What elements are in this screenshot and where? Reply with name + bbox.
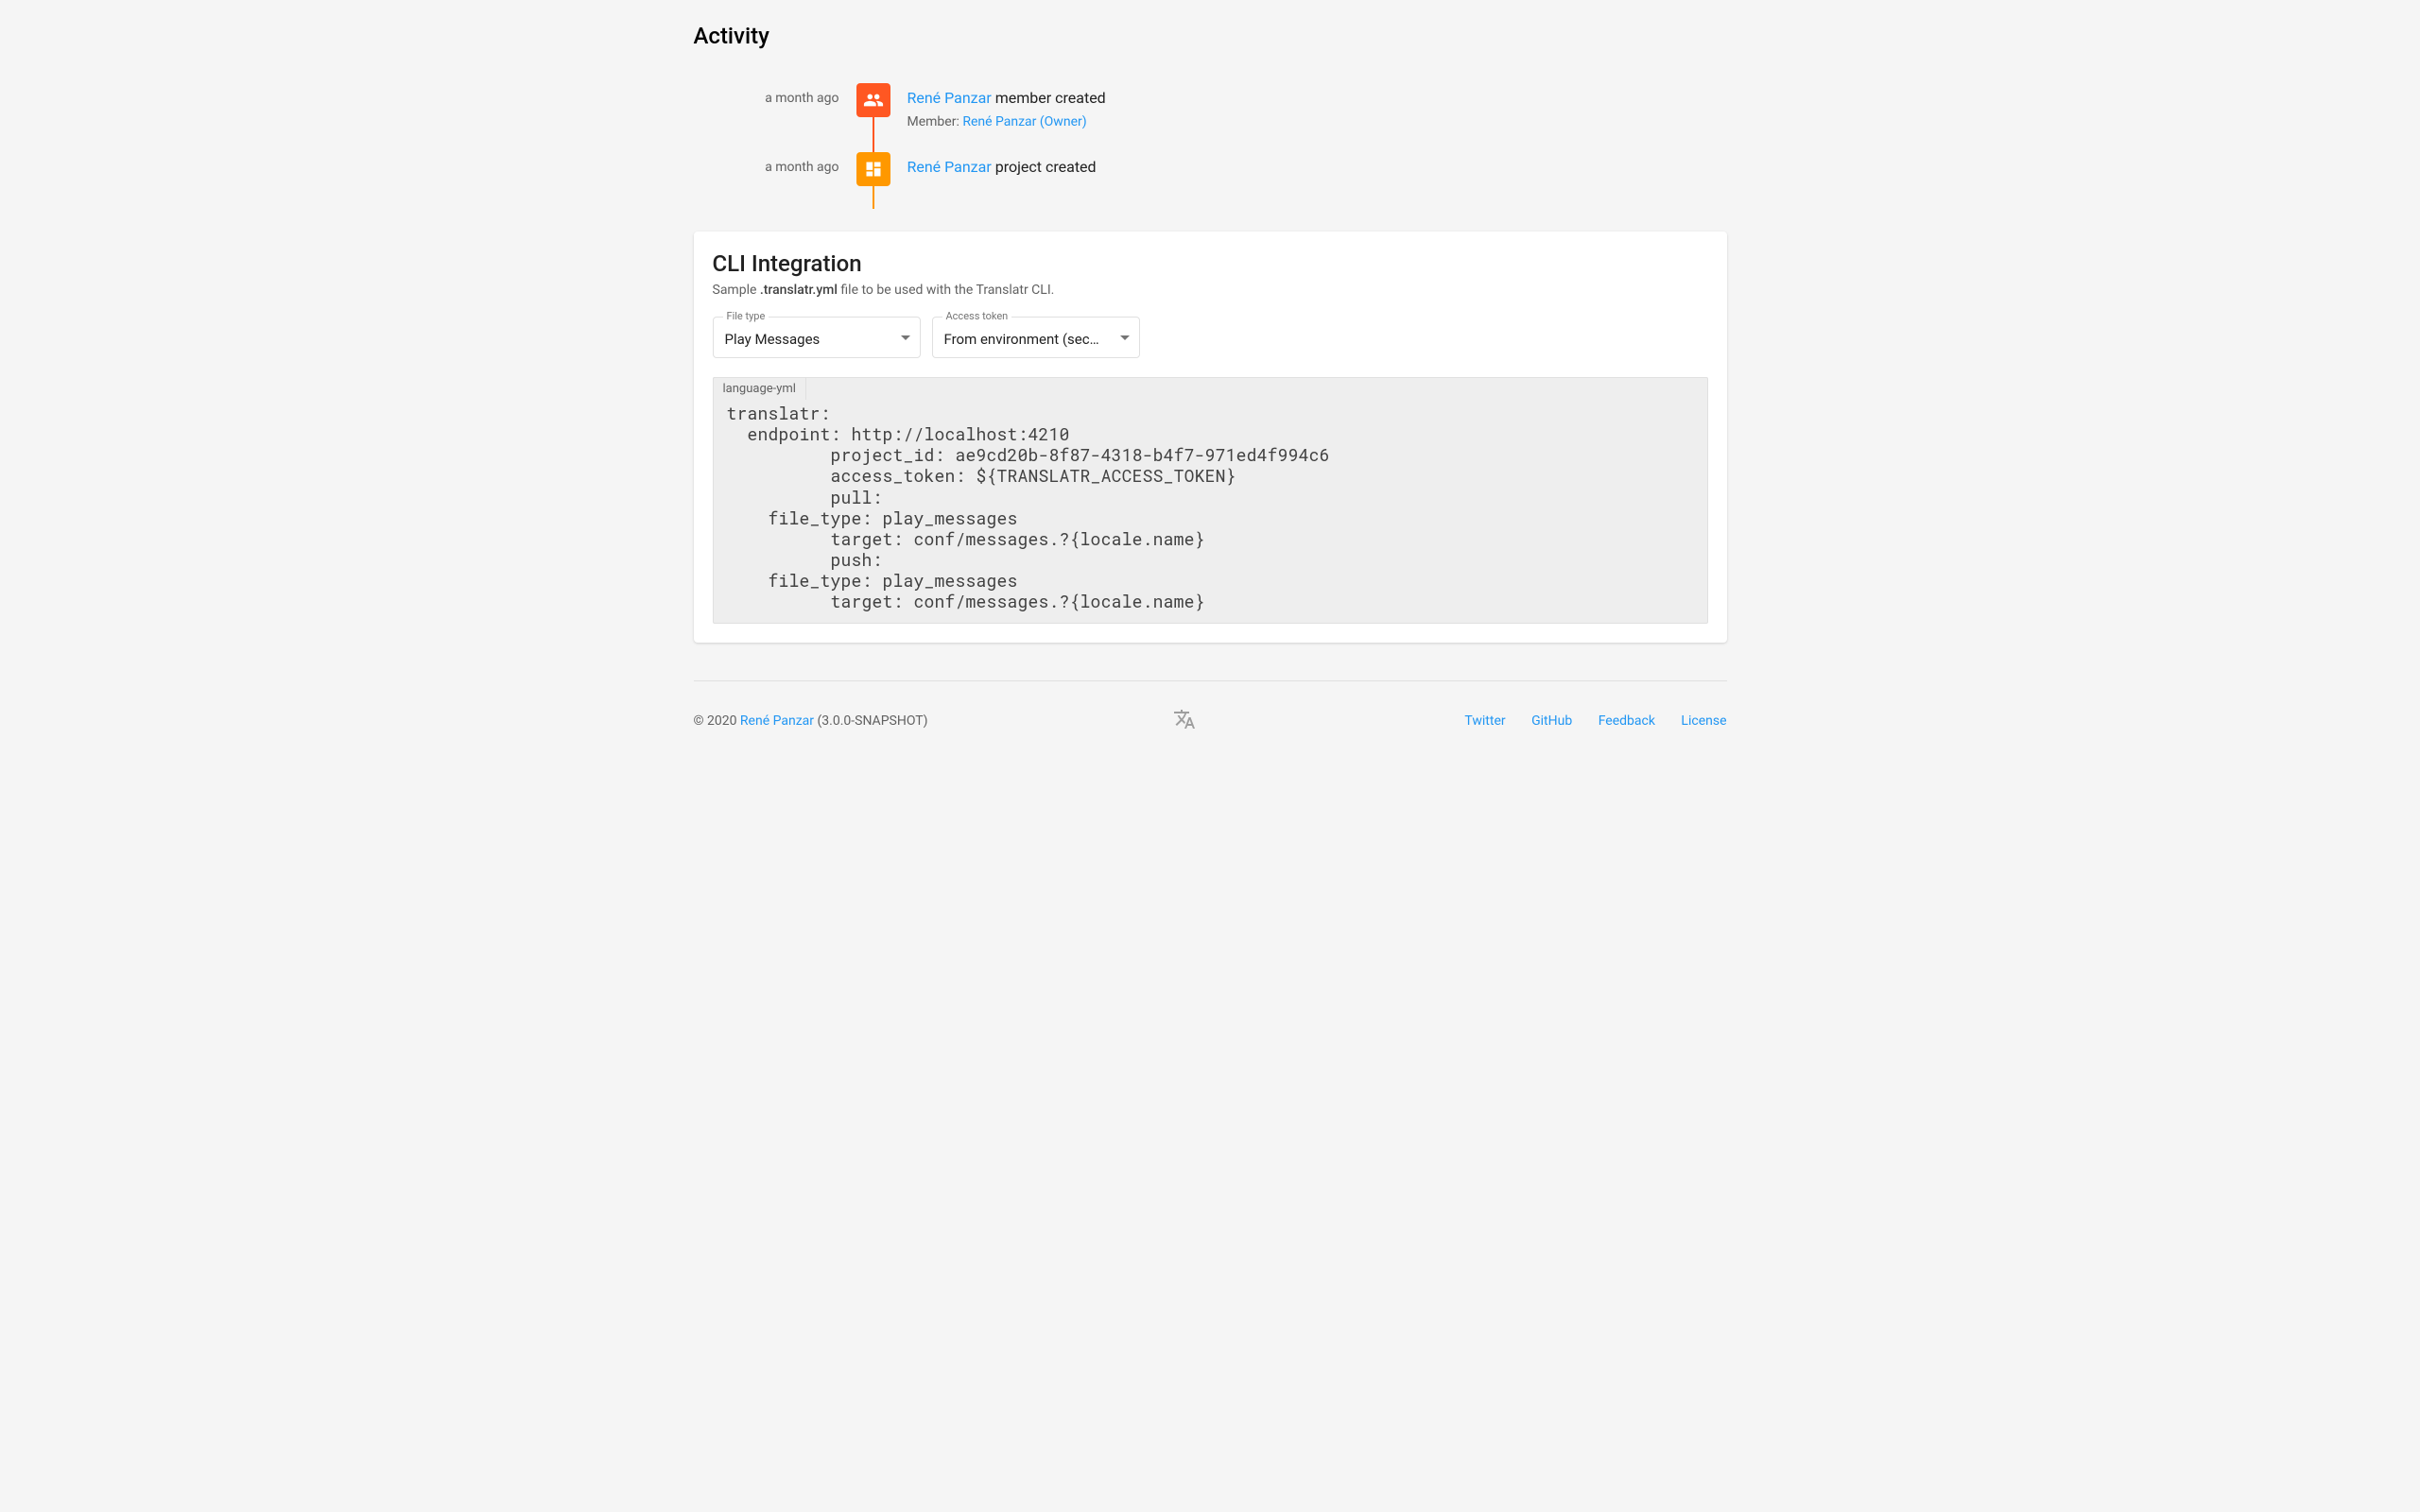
code-lang-tab: language-yml	[713, 377, 806, 400]
code-block: language-yml translatr: endpoint: http:/…	[713, 377, 1708, 624]
footer-link-github[interactable]: GitHub	[1531, 713, 1572, 729]
cli-sub: Sample .translatr.yml file to be used wi…	[713, 283, 1708, 298]
footer-owner-link[interactable]: René Panzar	[740, 713, 814, 729]
file-type-select[interactable]: File type Play Messages	[713, 317, 921, 358]
footer-link-license[interactable]: License	[1681, 713, 1726, 729]
access-token-label: Access token	[942, 310, 1012, 322]
activity-heading: Activity	[694, 23, 1727, 49]
activity-detail-label: Member:	[908, 114, 963, 129]
activity-item: a month ago René Panzar project created	[694, 152, 1727, 186]
footer-version: (3.0.0-SNAPSHOT)	[814, 713, 927, 729]
user-link[interactable]: René Panzar	[908, 89, 992, 107]
dashboard-icon	[856, 152, 890, 186]
translate-icon[interactable]	[1173, 708, 1196, 734]
footer: © 2020 René Panzar (3.0.0-SNAPSHOT) Twit…	[694, 708, 1727, 763]
activity-action: member created	[992, 89, 1106, 107]
access-token-value: From environment (secu…	[944, 331, 1105, 348]
member-link[interactable]: René Panzar (Owner)	[962, 114, 1086, 129]
activity-detail: Member: René Panzar (Owner)	[908, 114, 1727, 129]
access-token-select[interactable]: Access token From environment (secu…	[932, 317, 1140, 358]
activity-action: project created	[992, 158, 1097, 176]
footer-copyright: © 2020 René Panzar (3.0.0-SNAPSHOT)	[694, 713, 928, 729]
activity-time: a month ago	[694, 83, 839, 106]
footer-copy-pre: © 2020	[694, 713, 740, 729]
chevron-down-icon	[1120, 330, 1130, 345]
footer-link-feedback[interactable]: Feedback	[1599, 713, 1655, 729]
activity-item: a month ago René Panzar member created M…	[694, 83, 1727, 129]
user-link[interactable]: René Panzar	[908, 158, 992, 176]
people-icon	[856, 83, 890, 117]
activity-time: a month ago	[694, 152, 839, 175]
cli-sub-file: .translatr.yml	[760, 283, 838, 298]
cli-card: CLI Integration Sample .translatr.yml fi…	[694, 232, 1727, 643]
footer-link-twitter[interactable]: Twitter	[1464, 713, 1505, 729]
activity-title: René Panzar project created	[908, 158, 1727, 176]
cli-sub-post: file to be used with the Translatr CLI.	[838, 283, 1054, 298]
cli-heading: CLI Integration	[713, 250, 1708, 277]
chevron-down-icon	[901, 330, 910, 345]
file-type-label: File type	[723, 310, 769, 322]
timeline-connector	[873, 186, 874, 209]
code-content: translatr: endpoint: http://localhost:42…	[714, 401, 1707, 623]
footer-links: Twitter GitHub Feedback License	[1442, 713, 1726, 729]
footer-divider	[694, 680, 1727, 681]
activity-title: René Panzar member created	[908, 89, 1727, 107]
activity-timeline: a month ago René Panzar member created M…	[694, 83, 1727, 232]
file-type-value: Play Messages	[725, 331, 886, 348]
cli-sub-pre: Sample	[713, 283, 760, 298]
